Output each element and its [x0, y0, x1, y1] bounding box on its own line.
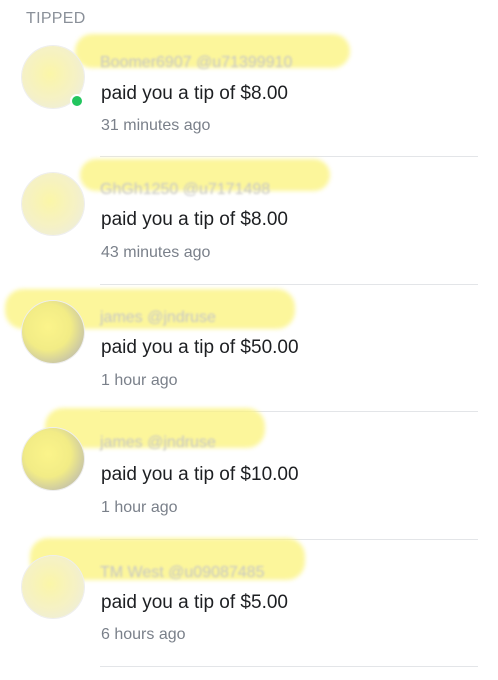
online-status-dot	[70, 94, 84, 108]
notification-message: paid you a tip of $8.00	[101, 209, 288, 230]
avatar[interactable]	[22, 301, 84, 363]
notification-item[interactable]: Boomer6907 @u71399910 paid you a tip of …	[0, 30, 498, 157]
avatar[interactable]	[22, 428, 84, 490]
avatar[interactable]	[22, 556, 84, 618]
avatar[interactable]	[22, 173, 84, 235]
notifications-page: TIPPED Boomer6907 @u71399910 paid you a …	[0, 0, 498, 680]
notification-item[interactable]: james @jndruse paid you a tip of $10.00 …	[0, 408, 498, 540]
notification-message: paid you a tip of $50.00	[101, 337, 299, 358]
user-name[interactable]: GhGh1250 @u7171498	[100, 181, 270, 199]
notification-item[interactable]: TM West @u09087485 paid you a tip of $5.…	[0, 538, 498, 667]
section-title: TIPPED	[26, 10, 86, 27]
notification-time: 1 hour ago	[101, 499, 178, 516]
user-name[interactable]: james @jndruse	[100, 309, 216, 327]
notification-time: 43 minutes ago	[101, 244, 211, 261]
notification-message: paid you a tip of $5.00	[101, 592, 288, 613]
notification-message: paid you a tip of $10.00	[101, 464, 299, 485]
divider	[100, 666, 478, 667]
user-name[interactable]: james @jndruse	[100, 434, 216, 452]
notification-item[interactable]: james @jndruse paid you a tip of $50.00 …	[0, 285, 498, 412]
user-name[interactable]: TM West @u09087485	[100, 564, 264, 582]
notification-message: paid you a tip of $8.00	[101, 83, 288, 104]
notification-time: 6 hours ago	[101, 626, 186, 643]
user-name[interactable]: Boomer6907 @u71399910	[100, 54, 292, 72]
notification-time: 1 hour ago	[101, 372, 178, 389]
notification-item[interactable]: GhGh1250 @u7171498 paid you a tip of $8.…	[0, 157, 498, 285]
notification-time: 31 minutes ago	[101, 117, 211, 134]
